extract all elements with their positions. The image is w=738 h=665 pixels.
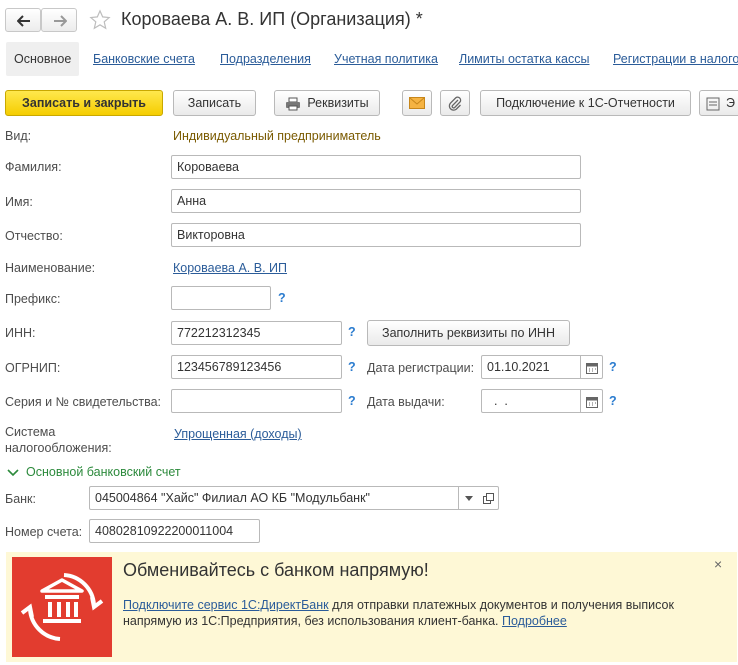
requisites-button[interactable]: Реквизиты: [274, 90, 380, 116]
bank-label: Банк:: [5, 492, 36, 506]
reg-date-calendar-button[interactable]: [581, 355, 603, 379]
calendar-icon: [586, 397, 598, 408]
prefix-label: Префикс:: [5, 292, 61, 306]
save-close-button[interactable]: Записать и закрыть: [5, 90, 163, 116]
favorite-star-icon[interactable]: [89, 9, 111, 31]
fill-by-inn-button[interactable]: Заполнить реквизиты по ИНН: [367, 320, 570, 346]
more-button[interactable]: Э: [699, 90, 738, 116]
bank-open-button[interactable]: [479, 486, 499, 510]
reg-date-label: Дата регистрации:: [367, 361, 475, 375]
kind-label: Вид:: [5, 129, 32, 143]
surname-label: Фамилия:: [5, 160, 62, 174]
issue-date-input[interactable]: . .: [481, 389, 581, 413]
inn-label: ИНН:: [5, 326, 36, 340]
tab-accounting-policy[interactable]: Учетная политика: [334, 42, 438, 76]
bank-exchange-icon: [12, 557, 112, 657]
promo-title: Обменивайтесь с банком напрямую!: [123, 560, 429, 580]
connect-1c-reporting-button[interactable]: Подключение к 1С-Отчетности: [480, 90, 691, 116]
promo-text-part1: для отправки платежных документов и полу…: [328, 598, 674, 612]
tab-cash-limits[interactable]: Лимиты остатка кассы: [459, 42, 589, 76]
name-label: Имя:: [5, 195, 33, 209]
open-window-icon: [483, 493, 494, 504]
reg-date-help-icon[interactable]: ?: [609, 360, 617, 374]
tab-tax-registrations[interactable]: Регистрации в налоговых: [613, 42, 738, 76]
ogrnip-label: ОГРНИП:: [5, 361, 61, 375]
forward-button[interactable]: [41, 8, 77, 32]
ogrnip-input[interactable]: 123456789123456: [171, 355, 342, 379]
back-button[interactable]: [5, 8, 41, 32]
page-title: Короваева А. В. ИП (Организация) *: [121, 9, 423, 29]
tax-system-link[interactable]: Упрощенная (доходы): [174, 427, 302, 441]
calendar-icon: [586, 363, 598, 374]
promo-text: Подключите сервис 1С:ДиректБанк для отпр…: [123, 597, 723, 629]
printer-icon: [286, 97, 301, 111]
save-button[interactable]: Записать: [173, 90, 256, 116]
issue-date-calendar-button[interactable]: [581, 389, 603, 413]
directbank-promo: Обменивайтесь с банком напрямую! Подключ…: [6, 552, 737, 662]
promo-directbank-link[interactable]: Подключите сервис 1С:ДиректБанк: [123, 598, 329, 612]
triangle-down-icon: [465, 496, 473, 501]
issue-date-label: Дата выдачи:: [367, 395, 445, 409]
bank-dropdown-button[interactable]: [458, 486, 480, 510]
close-icon[interactable]: ×: [714, 556, 722, 572]
tab-bank-accounts[interactable]: Банковские счета: [93, 42, 195, 76]
surname-input[interactable]: Короваева: [171, 155, 581, 179]
account-input[interactable]: 40802810922200011004: [89, 519, 260, 543]
cert-label: Серия и № свидетельства:: [5, 395, 162, 409]
patronymic-input[interactable]: Викторовна: [171, 223, 581, 247]
reg-date-input[interactable]: 01.10.2021: [481, 355, 581, 379]
name-input[interactable]: Анна: [171, 189, 581, 213]
kind-value: Индивидуальный предприниматель: [173, 129, 381, 143]
account-label: Номер счета:: [5, 525, 83, 539]
cert-input[interactable]: [171, 389, 342, 413]
chevron-down-icon[interactable]: [7, 468, 19, 478]
tab-main[interactable]: Основное: [6, 42, 80, 76]
tax-label-line1: Система: [5, 425, 56, 439]
arrow-left-icon: [17, 15, 30, 27]
list-icon: [706, 97, 720, 111]
ogrnip-help-icon[interactable]: ?: [348, 360, 356, 374]
title-label: Наименование:: [5, 261, 96, 275]
attach-button[interactable]: [440, 90, 470, 116]
prefix-input[interactable]: [171, 286, 271, 310]
more-label: Э: [726, 96, 735, 110]
promo-more-link[interactable]: Подробнее: [502, 614, 567, 628]
bank-select[interactable]: 045004864 "Хайс" Филиал АО КБ "Модульбан…: [89, 486, 459, 510]
tab-departments[interactable]: Подразделения: [220, 42, 311, 76]
arrow-right-icon: [54, 15, 67, 27]
tax-label-line2: налогообложения:: [5, 441, 112, 455]
bank-section-title[interactable]: Основной банковский счет: [26, 465, 181, 479]
patronymic-label: Отчество:: [5, 229, 63, 243]
cert-help-icon[interactable]: ?: [348, 394, 356, 408]
paperclip-icon: [448, 96, 462, 111]
prefix-help-icon[interactable]: ?: [278, 291, 286, 305]
title-link[interactable]: Короваева А. В. ИП: [173, 261, 287, 275]
requisites-label: Реквизиты: [307, 96, 369, 110]
promo-text-part2: напрямую из 1С:Предприятия, без использо…: [123, 614, 502, 628]
email-button[interactable]: [402, 90, 432, 116]
inn-input[interactable]: 772212312345: [171, 321, 342, 345]
issue-date-help-icon[interactable]: ?: [609, 394, 617, 408]
inn-help-icon[interactable]: ?: [348, 325, 356, 339]
envelope-icon: [409, 97, 425, 109]
